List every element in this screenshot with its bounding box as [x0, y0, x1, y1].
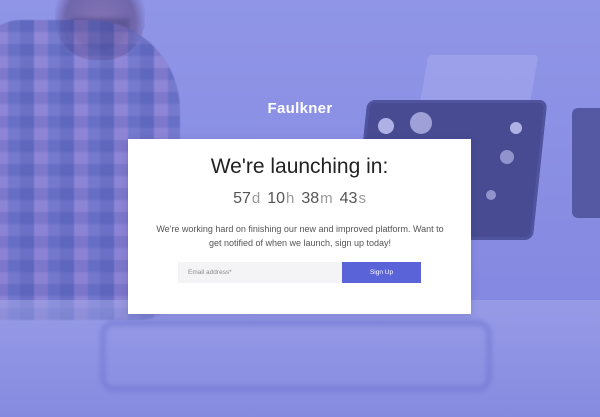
email-input[interactable]: [178, 262, 342, 283]
countdown-hours: 10 h: [267, 190, 294, 208]
countdown-minutes: 38 m: [301, 190, 332, 208]
sign-up-button[interactable]: Sign Up: [342, 262, 421, 283]
countdown-seconds: 43 s: [340, 190, 366, 208]
countdown-days-unit: d: [251, 190, 261, 207]
countdown-seconds-value: 43: [339, 190, 358, 207]
countdown-hours-value: 10: [267, 190, 285, 207]
countdown-timer: 57 d 10 h 38 m 43 s: [128, 190, 471, 208]
brand-logo: Faulkner: [267, 100, 333, 117]
launch-description: We're working hard on finishing our new …: [156, 224, 444, 248]
countdown-minutes-value: 38: [301, 190, 320, 207]
countdown-seconds-unit: s: [358, 190, 366, 207]
launch-card: We're launching in: 57 d 10 h 38 m 43 s We'r…: [128, 139, 471, 314]
launch-heading: We're launching in:: [210, 155, 389, 178]
countdown-minutes-unit: m: [320, 190, 333, 207]
countdown-days-value: 57: [233, 190, 251, 207]
countdown-days: 57 d: [233, 190, 260, 208]
countdown-hours-unit: h: [286, 190, 295, 207]
